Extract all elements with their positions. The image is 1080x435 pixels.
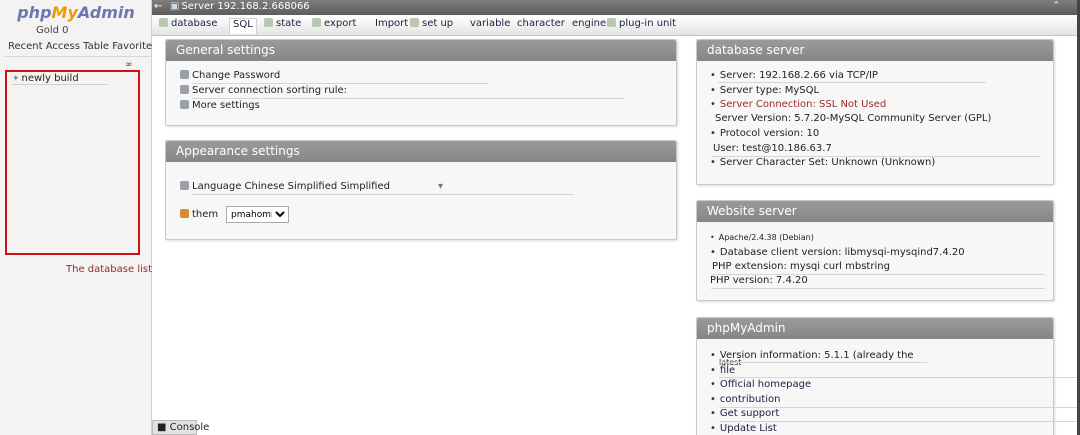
link-icon[interactable]: ∞ [125, 60, 133, 70]
tab-plugin[interactable]: plug-in unit [607, 18, 676, 34]
logo-part-my: My [51, 3, 78, 22]
phpmyadmin-info-panel: phpMyAdmin Version information: 5.1.1 (a… [696, 317, 1079, 435]
tab-sql[interactable]: SQL [229, 18, 257, 34]
server-icon: ▣ [170, 1, 180, 12]
list-item: PHP version: 7.4.20 [710, 275, 808, 286]
tree-item-new[interactable]: ✦ newly build [12, 73, 108, 85]
tab-variable[interactable]: variable [470, 18, 510, 34]
list-link[interactable]: Update List [710, 423, 777, 434]
tab-label: export [324, 18, 357, 29]
panel-title: Website server [697, 201, 1053, 222]
tab-label: plug-in unit [619, 18, 677, 29]
plugin-icon [607, 18, 616, 27]
phpmyadmin-logo[interactable]: phpMyAdmin [0, 3, 152, 22]
divider [192, 83, 488, 84]
panel-title: General settings [166, 40, 676, 61]
list-item: Database client version: libmysqi-mysqin… [710, 247, 965, 258]
divider [719, 377, 1079, 378]
tab-setup[interactable]: set up [410, 18, 453, 34]
panel-title: database server [697, 40, 1053, 61]
list-item: User: test@10.186.63.7 [713, 143, 832, 154]
key-icon [180, 70, 189, 79]
tree-item-label: newly build [21, 73, 79, 84]
language-dropdown-arrow[interactable]: ▾ [438, 181, 443, 192]
list-item: Server Character Set: Unknown (Unknown) [710, 157, 935, 168]
navigation-panel: phpMyAdmin Gold 0 Recent Access Table Fa… [0, 0, 194, 435]
more-settings-link[interactable]: More settings [180, 100, 260, 111]
theme-label-row: them [180, 209, 218, 220]
list-link[interactable]: file [710, 365, 735, 376]
list-link[interactable]: Get support [710, 408, 779, 419]
status-icon [264, 18, 273, 27]
divider [719, 421, 1079, 422]
divider [711, 288, 1045, 289]
language-setting[interactable]: Language Chinese Simplified Simplified [180, 181, 390, 192]
general-settings-panel: General settings Change Password Server … [165, 39, 677, 126]
list-item: Server: 192.168.2.66 via TCP/IP [710, 70, 878, 81]
tab-label: character [517, 18, 565, 29]
tab-engine[interactable]: engine [572, 18, 606, 34]
tab-label: variable [470, 18, 511, 29]
list-item: Apache/2.4.38 (Debian) [710, 233, 814, 242]
new-database-icon: ✦ [12, 74, 20, 84]
annotation-highlight-box [5, 70, 140, 255]
divider [719, 362, 927, 363]
server-breadcrumb-bar: ← ▣ Server 192.168.2.668066 ⌃ [152, 0, 1080, 15]
theme-select[interactable]: pmahomme [226, 206, 289, 223]
collation-label: Server connection sorting rule: [192, 85, 347, 96]
recent-favorites-tabs[interactable]: Recent Access Table Favorites [4, 41, 157, 57]
wrench-icon [180, 100, 189, 109]
collation-icon [180, 85, 189, 94]
main-menu-bar: database SQL state export Import set up … [152, 15, 1080, 36]
divider [192, 194, 574, 195]
logo-part-admin: Admin [77, 3, 135, 22]
list-item: Server Connection: SSL Not Used [710, 99, 886, 110]
list-link[interactable]: contribution [710, 394, 781, 405]
back-arrow-icon[interactable]: ← [154, 1, 162, 12]
list-item: Server Version: 5.7.20-MySQL Community S… [715, 113, 992, 124]
tab-label: set up [422, 18, 454, 29]
appearance-settings-panel: Appearance settings Language Chinese Sim… [165, 140, 677, 240]
language-label: Language Chinese Simplified Simplified [192, 181, 390, 192]
list-item: PHP extension: mysqi curl mbstring [712, 261, 890, 272]
tab-label: SQL [233, 19, 253, 30]
logo-part-php: php [17, 3, 52, 22]
theme-label: them [192, 209, 219, 220]
language-icon [180, 181, 189, 190]
collapse-menu-icon[interactable]: ⌃ [1052, 1, 1060, 11]
tab-label: engine [572, 18, 607, 29]
database-server-panel: database server Server: 192.168.2.66 via… [696, 39, 1054, 185]
export-icon [312, 18, 321, 27]
change-password-link[interactable]: Change Password [180, 70, 280, 81]
divider [718, 82, 986, 83]
breadcrumb-server: Server 192.168.2.668066 [181, 1, 310, 12]
console-label: Console [169, 422, 210, 433]
console-icon: ■ [157, 422, 167, 433]
panel-title: Appearance settings [166, 141, 676, 162]
main-content: General settings Change Password Server … [152, 36, 1080, 435]
change-password-label: Change Password [192, 70, 281, 81]
panel-title: phpMyAdmin [697, 318, 1053, 339]
website-server-panel: Website server Apache/2.4.38 (Debian) Da… [696, 200, 1054, 301]
tab-database[interactable]: database [159, 18, 217, 34]
list-item: Protocol version: 10 [710, 128, 819, 139]
breadcrumb[interactable]: ▣ Server 192.168.2.668066 [170, 1, 310, 12]
tab-export[interactable]: export [312, 18, 356, 34]
user-label: Gold 0 [36, 25, 69, 36]
tab-label: state [276, 18, 302, 29]
settings-icon [410, 18, 419, 27]
tab-state[interactable]: state [264, 18, 301, 34]
console-toggle[interactable]: ■ Console [152, 420, 209, 435]
divider [192, 98, 624, 99]
database-icon [159, 18, 168, 27]
tab-label: database [171, 18, 218, 29]
list-item: Server type: MySQL [710, 85, 819, 96]
collation-setting[interactable]: Server connection sorting rule: [180, 85, 347, 96]
list-link[interactable]: Official homepage [710, 379, 811, 390]
theme-icon [180, 209, 189, 218]
tab-label: Import [375, 18, 409, 29]
tab-character[interactable]: character [517, 18, 565, 34]
tab-import[interactable]: Import [375, 18, 408, 34]
more-settings-label: More settings [192, 100, 260, 111]
